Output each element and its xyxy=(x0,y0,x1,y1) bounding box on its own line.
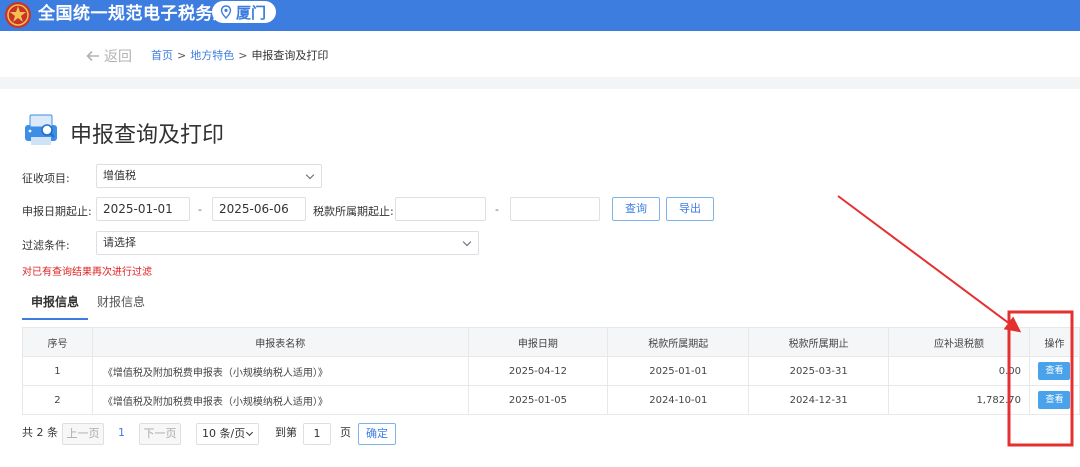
cell-period-start: 2024-10-01 xyxy=(607,385,750,415)
breadcrumb-separator: > xyxy=(238,49,248,62)
goto-label: 到第 xyxy=(275,426,297,439)
column-header-period-start: 税款所属期起 xyxy=(607,327,750,357)
column-header-action: 操作 xyxy=(1028,327,1080,357)
goto-confirm-button[interactable]: 确定 xyxy=(358,423,396,445)
page-title: 申报查询及打印 xyxy=(70,123,225,148)
export-button[interactable]: 导出 xyxy=(666,197,714,221)
filter-condition-label: 过滤条件: xyxy=(22,239,70,252)
cell-tax-amount: 0.00 xyxy=(888,356,1030,386)
breadcrumb-home[interactable]: 首页 xyxy=(151,49,173,62)
site-title: 全国统一规范电子税务局 xyxy=(38,4,231,24)
arrow-left-icon xyxy=(86,50,99,62)
annotation-arrow xyxy=(837,195,1022,333)
table-row: 2 《增值税及附加税费申报表（小规模纳税人适用）》 2025-01-05 202… xyxy=(22,385,1080,415)
breadcrumb-bar: 返回 首页 > 地方特色 > 申报查询及打印 xyxy=(0,31,1080,77)
prev-page-button[interactable]: 上一页 xyxy=(62,423,104,445)
page-unit-label: 页 xyxy=(340,426,351,439)
levy-item-select[interactable]: 增值税 xyxy=(96,164,322,188)
cell-declaration-date: 2025-01-05 xyxy=(467,385,609,415)
cell-tax-amount: 1,782.70 xyxy=(888,385,1030,415)
query-button[interactable]: 查询 xyxy=(612,197,660,221)
location-pin-icon xyxy=(220,5,232,19)
levy-item-label: 征收项目: xyxy=(22,172,70,185)
declaration-table: 序号 申报表名称 申报日期 税款所属期起 税款所属期止 应补退税额 操作 1 《… xyxy=(22,327,1080,415)
cell-period-end: 2024-12-31 xyxy=(748,385,890,415)
cell-action: 查看 xyxy=(1028,385,1080,415)
breadcrumb: 首页 > 地方特色 > 申报查询及打印 xyxy=(151,47,328,63)
declaration-search-icon xyxy=(25,114,57,145)
cell-index: 1 xyxy=(22,356,93,386)
column-header-declaration-date: 申报日期 xyxy=(467,327,609,357)
cell-period-end: 2025-03-31 xyxy=(748,356,890,386)
cell-form-name: 《增值税及附加税费申报表（小规模纳税人适用）》 xyxy=(91,385,469,415)
top-bar: 全国统一规范电子税务局 厦门 xyxy=(0,0,1080,31)
tax-emblem-logo xyxy=(5,2,31,28)
tab-financial-report-info[interactable]: 财报信息 xyxy=(97,293,145,310)
city-selector[interactable]: 厦门 xyxy=(212,1,277,23)
breadcrumb-separator: > xyxy=(177,49,187,62)
page-size-select[interactable]: 10 条/页 xyxy=(196,423,259,445)
date-range-dash: - xyxy=(198,203,202,216)
tax-period-to-input[interactable] xyxy=(510,197,600,221)
column-header-tax-amount: 应补退税额 xyxy=(888,327,1030,357)
city-name: 厦门 xyxy=(236,3,267,22)
back-button[interactable]: 返回 xyxy=(86,46,132,66)
table-row: 1 《增值税及附加税费申报表（小规模纳税人适用）》 2025-04-12 202… xyxy=(22,356,1080,386)
column-header-form-name: 申报表名称 xyxy=(91,327,469,357)
period-range-dash: - xyxy=(495,203,499,216)
filter-condition-select[interactable]: 请选择 xyxy=(96,231,479,255)
next-page-button[interactable]: 下一页 xyxy=(139,423,181,445)
filter-hint: 对已有查询结果再次进行过滤 xyxy=(22,267,152,278)
declaration-date-label: 申报日期起止: xyxy=(22,205,92,218)
active-tab-indicator xyxy=(22,318,88,320)
view-button[interactable]: 查看 xyxy=(1038,362,1071,380)
cell-index: 2 xyxy=(22,385,93,415)
breadcrumb-local-features[interactable]: 地方特色 xyxy=(190,49,234,62)
table-header-row: 序号 申报表名称 申报日期 税款所属期起 税款所属期止 应补退税额 操作 xyxy=(22,327,1080,357)
cell-action: 查看 xyxy=(1028,356,1080,386)
page-number[interactable]: 1 xyxy=(118,423,128,445)
cell-declaration-date: 2025-04-12 xyxy=(467,356,609,386)
section-divider xyxy=(0,77,1080,89)
column-header-index: 序号 xyxy=(22,327,93,357)
declaration-date-to-input[interactable]: 2025-06-06 xyxy=(212,197,306,221)
declaration-date-from-input[interactable]: 2025-01-01 xyxy=(96,197,190,221)
breadcrumb-current: 申报查询及打印 xyxy=(251,49,329,62)
goto-page-input[interactable]: 1 xyxy=(303,423,331,445)
cell-period-start: 2025-01-01 xyxy=(607,356,750,386)
view-button[interactable]: 查看 xyxy=(1038,391,1071,409)
tax-period-label: 税款所属期起止: xyxy=(313,205,394,218)
tab-declaration-info[interactable]: 申报信息 xyxy=(31,293,79,310)
column-header-period-end: 税款所属期止 xyxy=(748,327,890,357)
cell-form-name: 《增值税及附加税费申报表（小规模纳税人适用）》 xyxy=(91,356,469,386)
back-label: 返回 xyxy=(104,49,132,65)
total-count: 共 2 条 xyxy=(22,426,58,439)
tax-period-from-input[interactable] xyxy=(395,197,486,221)
